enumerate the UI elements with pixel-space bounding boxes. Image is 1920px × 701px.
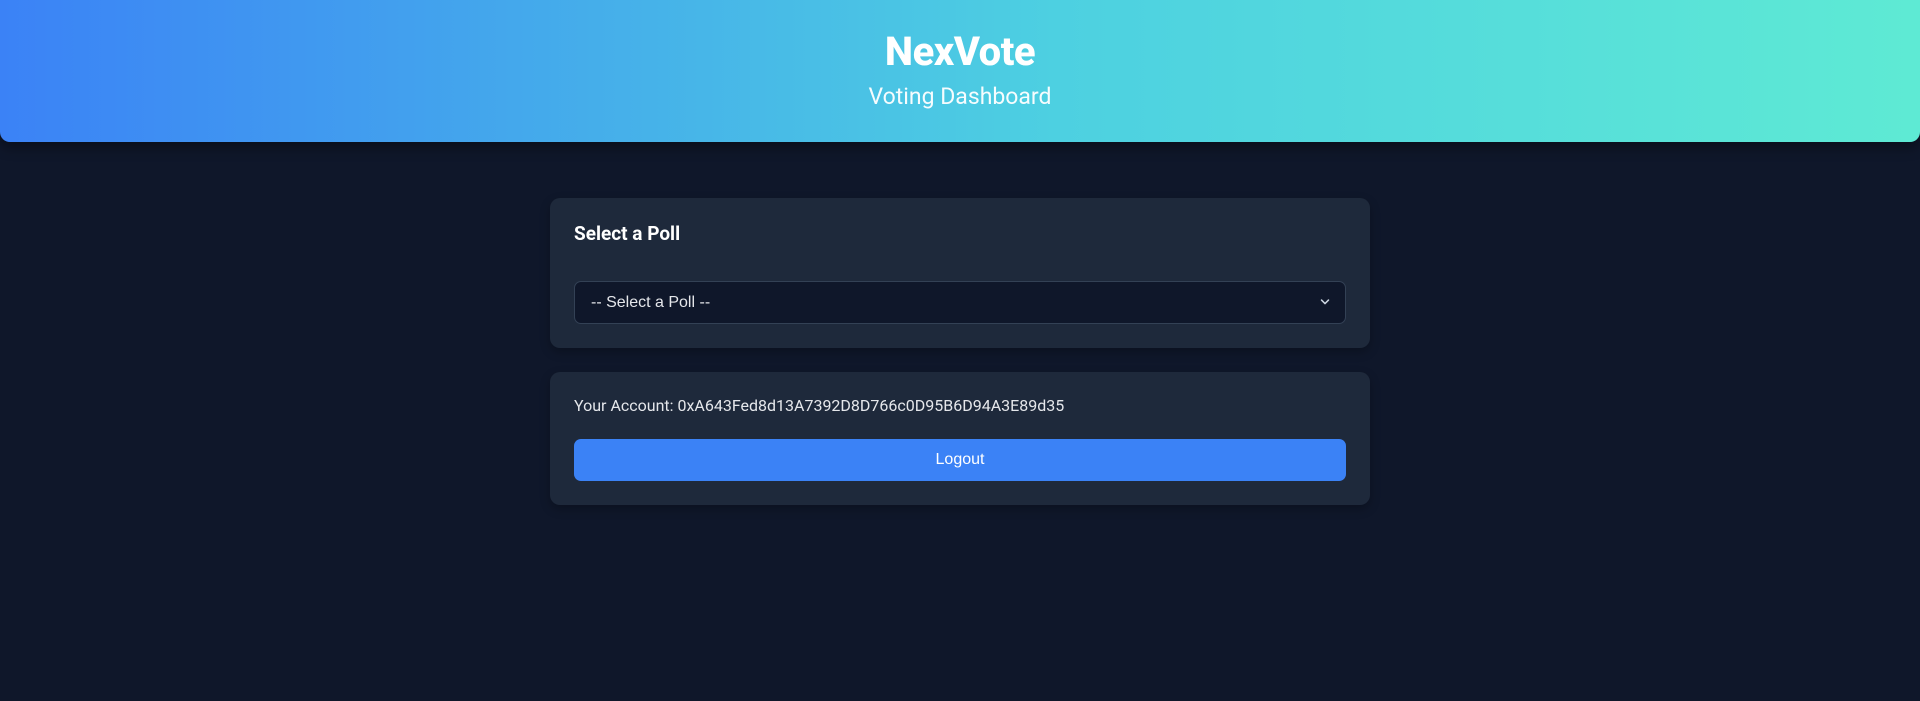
hero-banner: NexVote Voting Dashboard: [0, 0, 1920, 142]
account-label: Your Account:: [574, 396, 677, 415]
app-title: NexVote: [0, 28, 1920, 75]
poll-select-card: Select a Poll -- Select a Poll --: [550, 198, 1370, 348]
main-container: Select a Poll -- Select a Poll -- Your A…: [550, 198, 1370, 505]
poll-select-title: Select a Poll: [574, 222, 1346, 245]
logout-button[interactable]: Logout: [574, 439, 1346, 481]
poll-select[interactable]: -- Select a Poll --: [574, 281, 1346, 324]
account-card: Your Account: 0xA643Fed8d13A7392D8D766c0…: [550, 372, 1370, 505]
poll-select-wrap: -- Select a Poll --: [574, 281, 1346, 324]
account-address: 0xA643Fed8d13A7392D8D766c0D95B6D94A3E89d…: [677, 396, 1064, 415]
app-subtitle: Voting Dashboard: [0, 83, 1920, 110]
account-line: Your Account: 0xA643Fed8d13A7392D8D766c0…: [574, 396, 1346, 415]
